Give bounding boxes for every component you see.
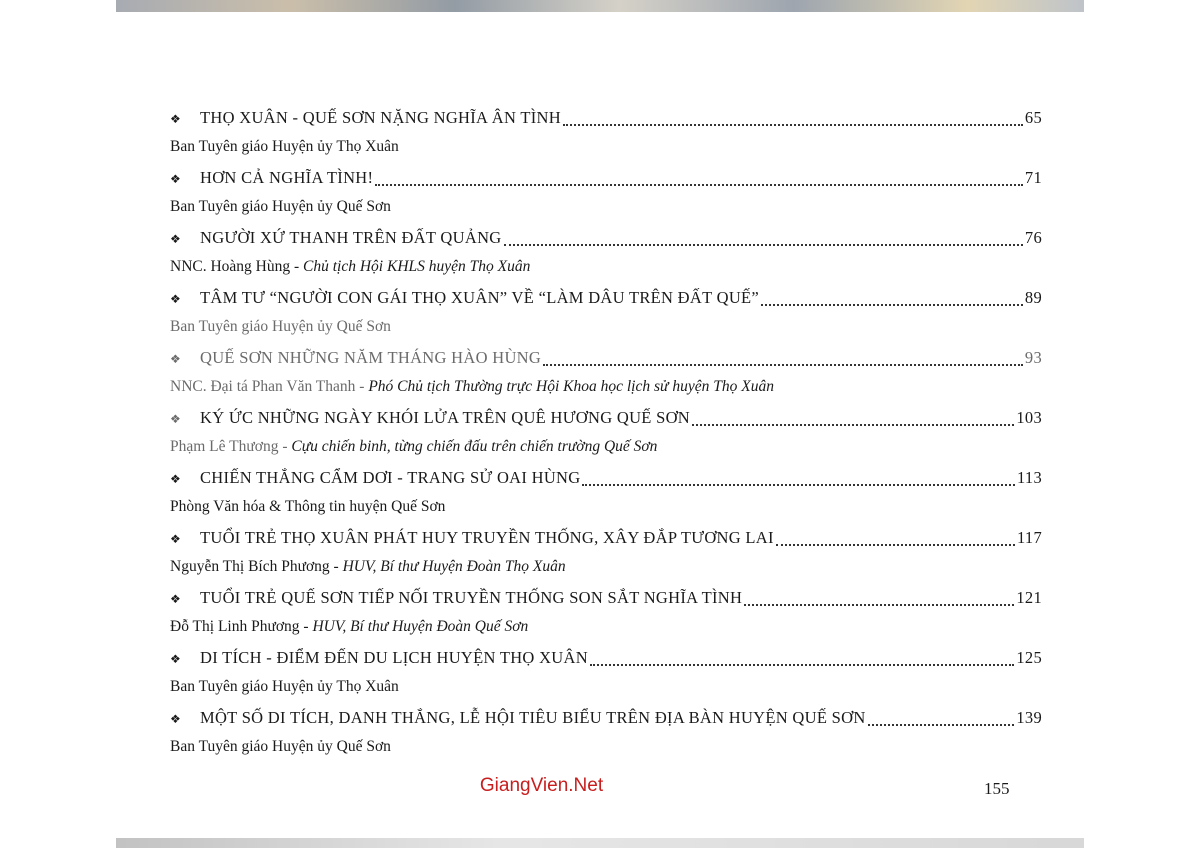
toc-entry: ❖ MỘT SỐ DI TÍCH, DANH THẮNG, LỄ HỘI TIÊ… <box>116 708 1084 768</box>
author-role: HUV, Bí thư Huyện Đoàn Quế Sơn <box>312 618 529 635</box>
dot-leader <box>761 303 1023 306</box>
diamond-bullet-icon: ❖ <box>170 712 182 726</box>
author-name: Đỗ Thị Linh Phương - <box>170 618 313 635</box>
dot-leader <box>692 423 1015 426</box>
toc-author: Ban Tuyên giáo Huyện ủy Quế Sơn <box>170 738 1050 760</box>
toc-title: KÝ ỨC NHỮNG NGÀY KHÓI LỬA TRÊN QUÊ HƯƠNG… <box>200 408 691 427</box>
toc-title: DI TÍCH - ĐIỂM ĐẾN DU LỊCH HUYỆN THỌ XUÂ… <box>200 648 588 667</box>
author-role: HUV, Bí thư Huyện Đoàn Thọ Xuân <box>342 558 566 575</box>
author-name: NNC. Đại tá Phan Văn Thanh - <box>170 378 369 395</box>
toc-author: Ban Tuyên giáo Huyện ủy Thọ Xuân <box>170 138 1050 160</box>
dot-leader <box>543 363 1023 366</box>
toc-title-line: ❖ NGƯỜI XỨ THANH TRÊN ĐẤT QUẢNG 76 <box>170 228 1042 252</box>
diamond-bullet-icon: ❖ <box>170 292 182 306</box>
diamond-bullet-icon: ❖ <box>170 472 182 486</box>
author-role: Phó Chủ tịch Thường trực Hội Khoa học lị… <box>368 378 774 395</box>
author-name: NNC. Hoàng Hùng - <box>170 258 304 275</box>
dot-leader <box>867 723 1015 726</box>
toc-title-line: ❖ DI TÍCH - ĐIỂM ĐẾN DU LỊCH HUYỆN THỌ X… <box>170 648 1042 672</box>
author-name: Phạm Lê Thương - <box>170 438 292 455</box>
toc-title: HƠN CẢ NGHĨA TÌNH! <box>200 168 374 187</box>
toc-title-line: ❖ TUỔI TRẺ THỌ XUÂN PHÁT HUY TRUYỀN THỐN… <box>170 528 1042 552</box>
diamond-bullet-icon: ❖ <box>170 532 182 546</box>
toc-author: Ban Tuyên giáo Huyện ủy Thọ Xuân <box>170 678 1050 700</box>
toc-page-number: 71 <box>1024 168 1042 187</box>
toc-entry: ❖ THỌ XUÂN - QUẾ SƠN NẶNG NGHĨA ÂN TÌNH … <box>116 108 1084 168</box>
toc-title: TUỔI TRẺ QUẾ SƠN TIẾP NỐI TRUYỀN THỐNG S… <box>200 588 743 607</box>
toc-author: NNC. Hoàng Hùng - Chủ tịch Hội KHLS huyệ… <box>170 258 1050 280</box>
page-number: 155 <box>984 779 1010 798</box>
author-name: Ban Tuyên giáo Huyện ủy Quế Sơn <box>170 198 391 215</box>
diamond-bullet-icon: ❖ <box>170 112 182 126</box>
toc-author: Phòng Văn hóa & Thông tin huyện Quế Sơn <box>170 498 1050 520</box>
toc-author: Ban Tuyên giáo Huyện ủy Quế Sơn <box>170 198 1050 220</box>
table-of-contents: ❖ THỌ XUÂN - QUẾ SƠN NẶNG NGHĨA ÂN TÌNH … <box>116 108 1084 768</box>
diamond-bullet-icon: ❖ <box>170 232 182 246</box>
dot-leader <box>375 183 1023 186</box>
toc-title: THỌ XUÂN - QUẾ SƠN NẶNG NGHĨA ÂN TÌNH <box>200 108 561 127</box>
watermark-text: GiangVien.Net <box>479 775 604 796</box>
toc-title-line: ❖ MỘT SỐ DI TÍCH, DANH THẮNG, LỄ HỘI TIÊ… <box>170 708 1042 732</box>
toc-page-number: 139 <box>1016 708 1042 727</box>
toc-author: NNC. Đại tá Phan Văn Thanh - Phó Chủ tịc… <box>170 378 1050 400</box>
author-name: Ban Tuyên giáo Huyện ủy Thọ Xuân <box>170 678 399 695</box>
author-name: Phòng Văn hóa & Thông tin huyện Quế Sơn <box>170 498 446 515</box>
toc-author: Ban Tuyên giáo Huyện ủy Quế Sơn <box>170 318 1050 340</box>
toc-title-line: ❖ CHIẾN THẮNG CẨM DƠI - TRANG SỬ OAI HÙN… <box>170 468 1042 492</box>
author-name: Ban Tuyên giáo Huyện ủy Thọ Xuân <box>170 138 399 155</box>
dot-leader <box>562 123 1023 126</box>
author-name: Nguyễn Thị Bích Phương - <box>170 558 343 575</box>
toc-author: Nguyễn Thị Bích Phương - HUV, Bí thư Huy… <box>170 558 1050 580</box>
top-scan-edge <box>116 0 1084 12</box>
toc-title-line: ❖ THỌ XUÂN - QUẾ SƠN NẶNG NGHĨA ÂN TÌNH … <box>170 108 1042 132</box>
toc-entry: ❖ NGƯỜI XỨ THANH TRÊN ĐẤT QUẢNG 76 NNC. … <box>116 228 1084 288</box>
toc-entry: ❖ HƠN CẢ NGHĨA TÌNH! 71 Ban Tuyên giáo H… <box>116 168 1084 228</box>
toc-entry: ❖ KÝ ỨC NHỮNG NGÀY KHÓI LỬA TRÊN QUÊ HƯƠ… <box>116 408 1084 468</box>
diamond-bullet-icon: ❖ <box>170 352 182 366</box>
dot-leader <box>589 663 1015 666</box>
toc-title: NGƯỜI XỨ THANH TRÊN ĐẤT QUẢNG <box>200 228 502 247</box>
book-page: ❖ THỌ XUÂN - QUẾ SƠN NẶNG NGHĨA ÂN TÌNH … <box>116 12 1084 838</box>
toc-author: Phạm Lê Thương - Cựu chiến binh, từng ch… <box>170 438 1050 460</box>
toc-page-number: 93 <box>1024 348 1042 367</box>
toc-page-number: 117 <box>1016 528 1042 547</box>
toc-entry: ❖ QUẾ SƠN NHỮNG NĂM THÁNG HÀO HÙNG 93 NN… <box>116 348 1084 408</box>
toc-page-number: 76 <box>1024 228 1042 247</box>
toc-title-line: ❖ QUẾ SƠN NHỮNG NĂM THÁNG HÀO HÙNG 93 <box>170 348 1042 372</box>
toc-page-number: 121 <box>1016 588 1042 607</box>
dot-leader <box>582 483 1015 486</box>
diamond-bullet-icon: ❖ <box>170 592 182 606</box>
toc-page-number: 125 <box>1016 648 1042 667</box>
toc-entry: ❖ TUỔI TRẺ QUẾ SƠN TIẾP NỐI TRUYỀN THỐNG… <box>116 588 1084 648</box>
toc-page-number: 113 <box>1016 468 1042 487</box>
author-name: Ban Tuyên giáo Huyện ủy Quế Sơn <box>170 318 391 335</box>
toc-entry: ❖ TÂM TƯ “NGƯỜI CON GÁI THỌ XUÂN” VỀ “LÀ… <box>116 288 1084 348</box>
toc-page-number: 103 <box>1016 408 1042 427</box>
toc-author: Đỗ Thị Linh Phương - HUV, Bí thư Huyện Đ… <box>170 618 1050 640</box>
toc-title: MỘT SỐ DI TÍCH, DANH THẮNG, LỄ HỘI TIÊU … <box>200 708 866 727</box>
toc-title-line: ❖ HƠN CẢ NGHĨA TÌNH! 71 <box>170 168 1042 192</box>
toc-title: TÂM TƯ “NGƯỜI CON GÁI THỌ XUÂN” VỀ “LÀM … <box>200 288 760 307</box>
toc-title-line: ❖ KÝ ỨC NHỮNG NGÀY KHÓI LỬA TRÊN QUÊ HƯƠ… <box>170 408 1042 432</box>
toc-entry: ❖ TUỔI TRẺ THỌ XUÂN PHÁT HUY TRUYỀN THỐN… <box>116 528 1084 588</box>
toc-title: TUỔI TRẺ THỌ XUÂN PHÁT HUY TRUYỀN THỐNG,… <box>200 528 774 547</box>
author-name: Ban Tuyên giáo Huyện ủy Quế Sơn <box>170 738 391 755</box>
toc-entry: ❖ DI TÍCH - ĐIỂM ĐẾN DU LỊCH HUYỆN THỌ X… <box>116 648 1084 708</box>
author-role: Chủ tịch Hội KHLS huyện Thọ Xuân <box>303 258 531 275</box>
toc-page-number: 89 <box>1024 288 1042 307</box>
diamond-bullet-icon: ❖ <box>170 412 182 426</box>
toc-entry: ❖ CHIẾN THẮNG CẨM DƠI - TRANG SỬ OAI HÙN… <box>116 468 1084 528</box>
toc-title-line: ❖ TUỔI TRẺ QUẾ SƠN TIẾP NỐI TRUYỀN THỐNG… <box>170 588 1042 612</box>
diamond-bullet-icon: ❖ <box>170 172 182 186</box>
dot-leader <box>775 543 1015 546</box>
toc-page-number: 65 <box>1024 108 1042 127</box>
author-role: Cựu chiến binh, từng chiến đấu trên chiế… <box>291 438 658 455</box>
dot-leader <box>744 603 1015 606</box>
diamond-bullet-icon: ❖ <box>170 652 182 666</box>
bottom-scan-edge <box>116 838 1084 848</box>
dot-leader <box>503 243 1023 246</box>
toc-title: CHIẾN THẮNG CẨM DƠI - TRANG SỬ OAI HÙNG <box>200 468 581 487</box>
toc-title-line: ❖ TÂM TƯ “NGƯỜI CON GÁI THỌ XUÂN” VỀ “LÀ… <box>170 288 1042 312</box>
toc-title: QUẾ SƠN NHỮNG NĂM THÁNG HÀO HÙNG <box>200 348 542 367</box>
